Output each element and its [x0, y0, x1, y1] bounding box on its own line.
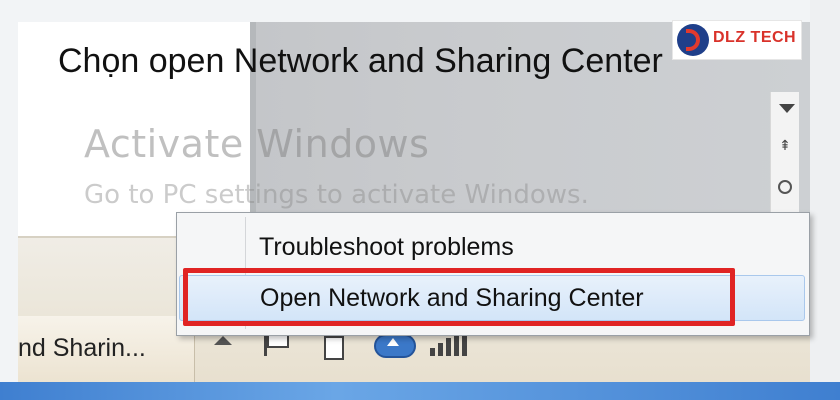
scroll-down-arrow-icon[interactable]	[779, 104, 795, 113]
frame-right-strip	[810, 0, 840, 382]
circle-icon[interactable]	[778, 180, 792, 194]
menu-item-troubleshoot[interactable]: Troubleshoot problems	[179, 225, 805, 271]
dlz-tech-logo: DLZ TECH	[672, 20, 802, 60]
scroll-to-top-icon[interactable]: ⇞	[777, 138, 793, 154]
page-title: Chọn open Network and Sharing Center	[58, 42, 663, 80]
logo-mark-icon	[677, 24, 709, 56]
activate-windows-title: Activate Windows	[84, 122, 430, 166]
taskbar-window-label: nd Sharin...	[18, 334, 146, 362]
show-hidden-icons-arrow-icon[interactable]	[214, 336, 232, 345]
red-highlight-box	[183, 268, 735, 326]
taskbar-window-button[interactable]: nd Sharin...	[18, 316, 195, 382]
activate-windows-subtitle: Go to PC settings to activate Windows.	[84, 180, 589, 210]
bottom-accent-stripe	[0, 382, 840, 400]
logo-text: DLZ TECH	[713, 29, 797, 46]
scrollbar[interactable]: ⇞	[770, 92, 799, 217]
menu-item-label: Troubleshoot problems	[259, 233, 514, 261]
